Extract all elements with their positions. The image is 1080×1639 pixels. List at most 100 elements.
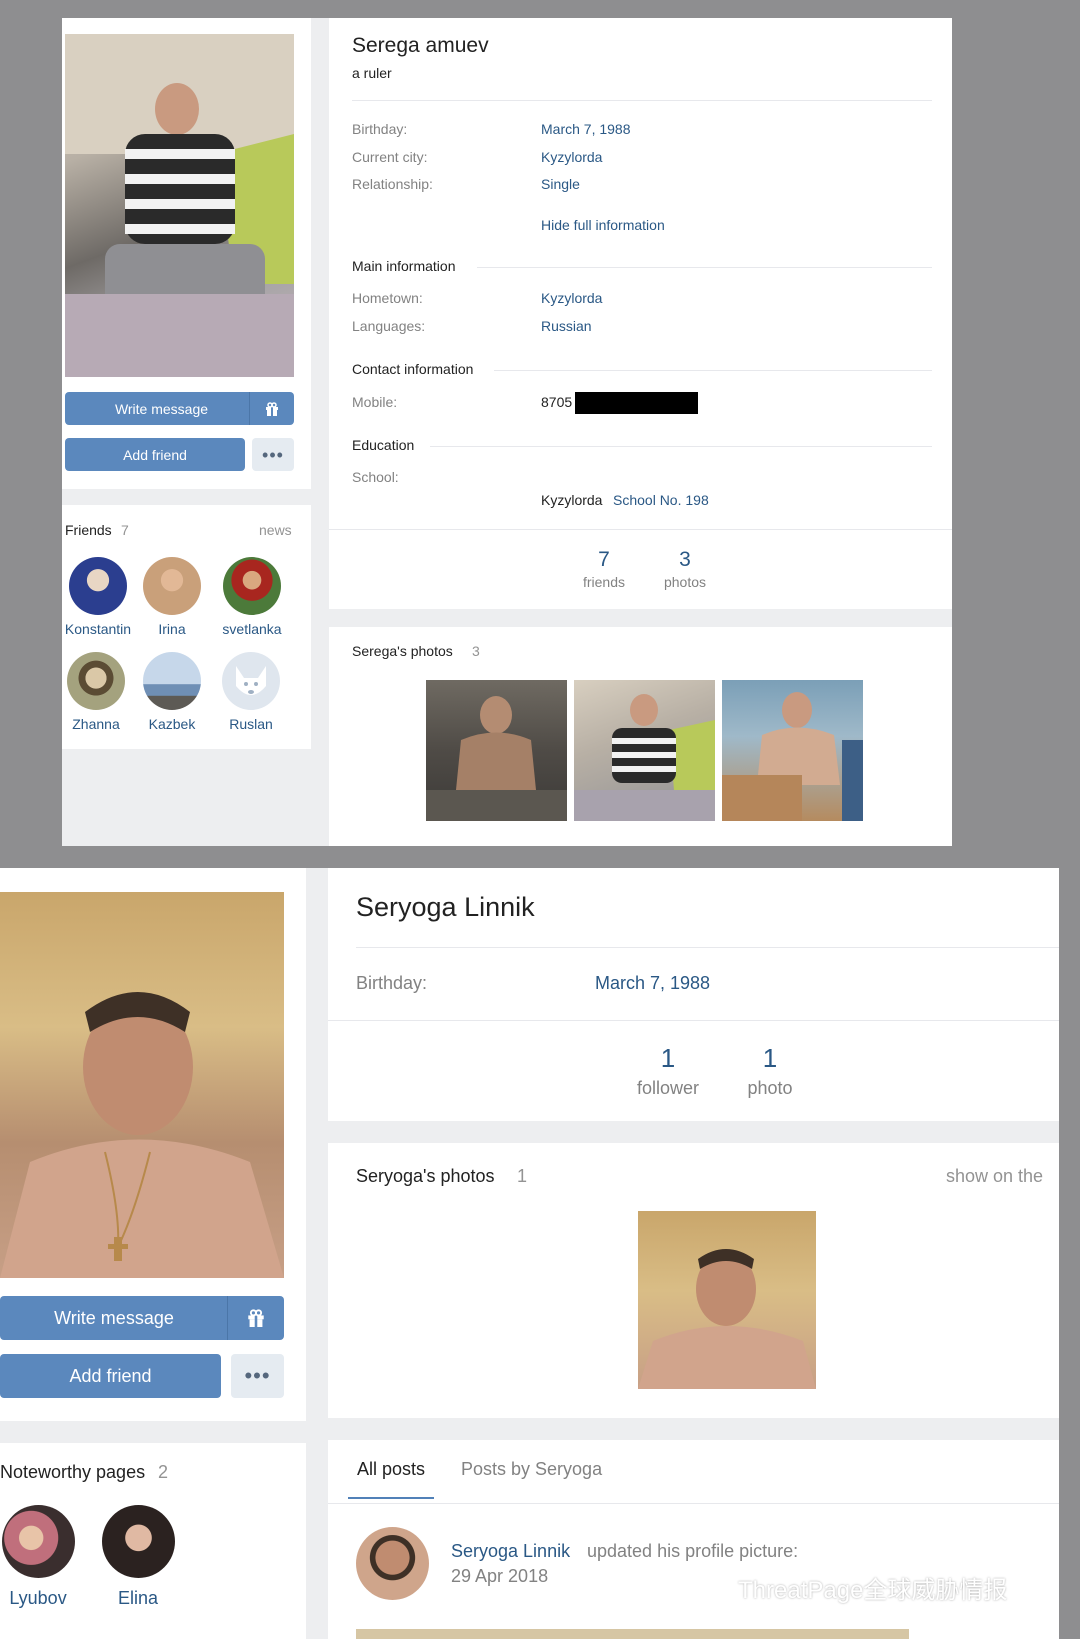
- photo-counter[interactable]: 1 photo: [738, 1043, 802, 1099]
- school-name[interactable]: School No. 198: [613, 492, 709, 508]
- friend-avatar: [143, 557, 201, 615]
- divider: [328, 1503, 1059, 1504]
- tab-posts-by-owner[interactable]: Posts by Seryoga: [461, 1459, 602, 1480]
- divider: [352, 100, 932, 101]
- profile1-write-message-button[interactable]: Write message: [65, 392, 294, 425]
- profile1-add-friend-label: Add friend: [123, 446, 187, 463]
- page-avatar: [1, 1505, 75, 1578]
- hometown-value[interactable]: Kyzylorda: [541, 290, 602, 306]
- followers-counter[interactable]: 1 follower: [628, 1043, 708, 1099]
- profile1-photos-card: Serega's photos 3: [329, 627, 952, 846]
- redaction-bar: [575, 392, 698, 414]
- profile2-add-friend-button[interactable]: Add friend: [0, 1354, 221, 1398]
- friend-avatar: [69, 557, 127, 615]
- friend-name: Irina: [158, 621, 186, 637]
- profile2-birthday-value[interactable]: March 7, 1988: [595, 973, 710, 994]
- followers-count-number: 1: [660, 1043, 676, 1073]
- birthday-label: Birthday:: [352, 121, 408, 137]
- photos-count-number: 3: [679, 548, 691, 571]
- watermark-text: ThreatPage全球威胁情报: [738, 1577, 1008, 1604]
- photo-thumbnail[interactable]: [638, 1211, 816, 1389]
- post-author-name[interactable]: Seryoga Linnik: [451, 1541, 570, 1562]
- languages-value[interactable]: Russian: [541, 318, 592, 334]
- profile2-avatar-card: Write message Add friend •••: [0, 868, 306, 1421]
- gift-icon[interactable]: [249, 392, 294, 425]
- more-dots-icon: •••: [262, 444, 284, 465]
- friends-counter[interactable]: 7 friends: [567, 548, 641, 590]
- divider: [430, 446, 932, 447]
- friends-count: 7: [121, 522, 129, 538]
- hide-full-info-link[interactable]: Hide full information: [541, 217, 665, 233]
- friend-item[interactable]: svetlanka: [217, 557, 287, 637]
- education-title: Education: [352, 437, 415, 453]
- profile1-add-friend-button[interactable]: Add friend: [65, 438, 245, 471]
- divider: [328, 1020, 1059, 1021]
- profile2-photos-title[interactable]: Seryoga's photos: [356, 1166, 495, 1187]
- languages-label: Languages:: [352, 318, 426, 334]
- friend-item[interactable]: Kazbek: [141, 652, 203, 732]
- profile2-avatar-illustration: [0, 992, 284, 1278]
- photos-counter[interactable]: 3 photos: [653, 548, 717, 590]
- relationship-value[interactable]: Single: [541, 176, 580, 192]
- profile1-more-button[interactable]: •••: [252, 438, 294, 471]
- tab-all-posts[interactable]: All posts: [348, 1459, 435, 1499]
- profile1-name: Serega amuev: [352, 34, 489, 57]
- profile1-info-card: Serega amuev a ruler Birthday: March 7, …: [329, 18, 952, 609]
- profile2-avatar-photo[interactable]: [0, 892, 284, 1278]
- friend-name: Konstantin: [64, 621, 132, 637]
- mobile-value: 8705: [541, 394, 573, 410]
- photo-thumbnail[interactable]: [426, 680, 567, 821]
- post-image-strip: [356, 1629, 909, 1639]
- profile2-add-friend-label: Add friend: [69, 1365, 152, 1386]
- current-city-value[interactable]: Kyzylorda: [541, 149, 602, 165]
- profile2-write-message-label: Write message: [54, 1307, 174, 1328]
- photo-thumbnail[interactable]: [574, 680, 715, 821]
- current-city-label: Current city:: [352, 149, 428, 165]
- post-author-avatar[interactable]: [356, 1527, 429, 1600]
- watermark: ThreatPage全球威胁情报: [684, 1570, 1007, 1605]
- profile2-photos-count: 1: [517, 1166, 528, 1186]
- noteworthy-item[interactable]: Lyubov: [0, 1505, 76, 1609]
- relationship-label: Relationship:: [352, 176, 433, 192]
- photo-thumbnail[interactable]: [722, 680, 863, 821]
- noteworthy-item[interactable]: Elina: [100, 1505, 176, 1609]
- post-date[interactable]: 29 Apr 2018: [451, 1566, 548, 1587]
- page-avatar: [101, 1505, 175, 1578]
- profile2-photos-card: Seryoga's photos 1 show on the: [328, 1143, 1059, 1418]
- friend-item[interactable]: Zhanna: [65, 652, 127, 732]
- friend-item[interactable]: Irina: [141, 557, 203, 637]
- friend-item[interactable]: Konstantin: [60, 557, 136, 637]
- friends-count-number: 7: [598, 548, 610, 571]
- profile2-posts-card: All posts Posts by Seryoga Seryoga Linni…: [328, 1440, 1059, 1639]
- profile1-write-message-label: Write message: [114, 400, 209, 417]
- photos-title[interactable]: Serega's photos: [352, 643, 453, 659]
- gift-icon[interactable]: [227, 1296, 284, 1340]
- friends-count-label: friends: [582, 574, 626, 590]
- divider: [477, 267, 932, 268]
- photos-count-label: photos: [663, 574, 707, 590]
- profile1-avatar-photo[interactable]: [65, 34, 294, 377]
- photos-count: 3: [472, 643, 480, 659]
- contact-info-title: Contact information: [352, 361, 474, 377]
- profile1-status[interactable]: a ruler: [352, 65, 392, 81]
- wechat-icon: [687, 1572, 728, 1601]
- more-dots-icon: •••: [244, 1363, 271, 1388]
- profile2-write-message-button[interactable]: Write message: [0, 1296, 284, 1340]
- main-info-title: Main information: [352, 258, 456, 274]
- divider: [494, 370, 932, 371]
- profile2-more-button[interactable]: •••: [231, 1354, 284, 1398]
- friends-title[interactable]: Friends: [65, 522, 112, 538]
- friend-item[interactable]: Ruslan: [220, 652, 282, 732]
- profile1-friends-card: Friends 7 news Konstantin Irina svetlank…: [62, 505, 311, 749]
- show-on-map-link[interactable]: show on the: [946, 1166, 1043, 1187]
- profile2-birthday-label: Birthday:: [356, 973, 428, 993]
- friend-avatar: [223, 557, 281, 615]
- noteworthy-title[interactable]: Noteworthy pages: [0, 1462, 145, 1483]
- friend-name: Kazbek: [148, 716, 196, 732]
- friend-avatar: [67, 652, 125, 710]
- friends-news-link[interactable]: news: [259, 522, 292, 538]
- profile2-name: Seryoga Linnik: [356, 892, 535, 922]
- profile1-avatar-illustration: [65, 34, 294, 377]
- birthday-value[interactable]: March 7, 1988: [541, 121, 631, 137]
- divider: [356, 947, 1059, 948]
